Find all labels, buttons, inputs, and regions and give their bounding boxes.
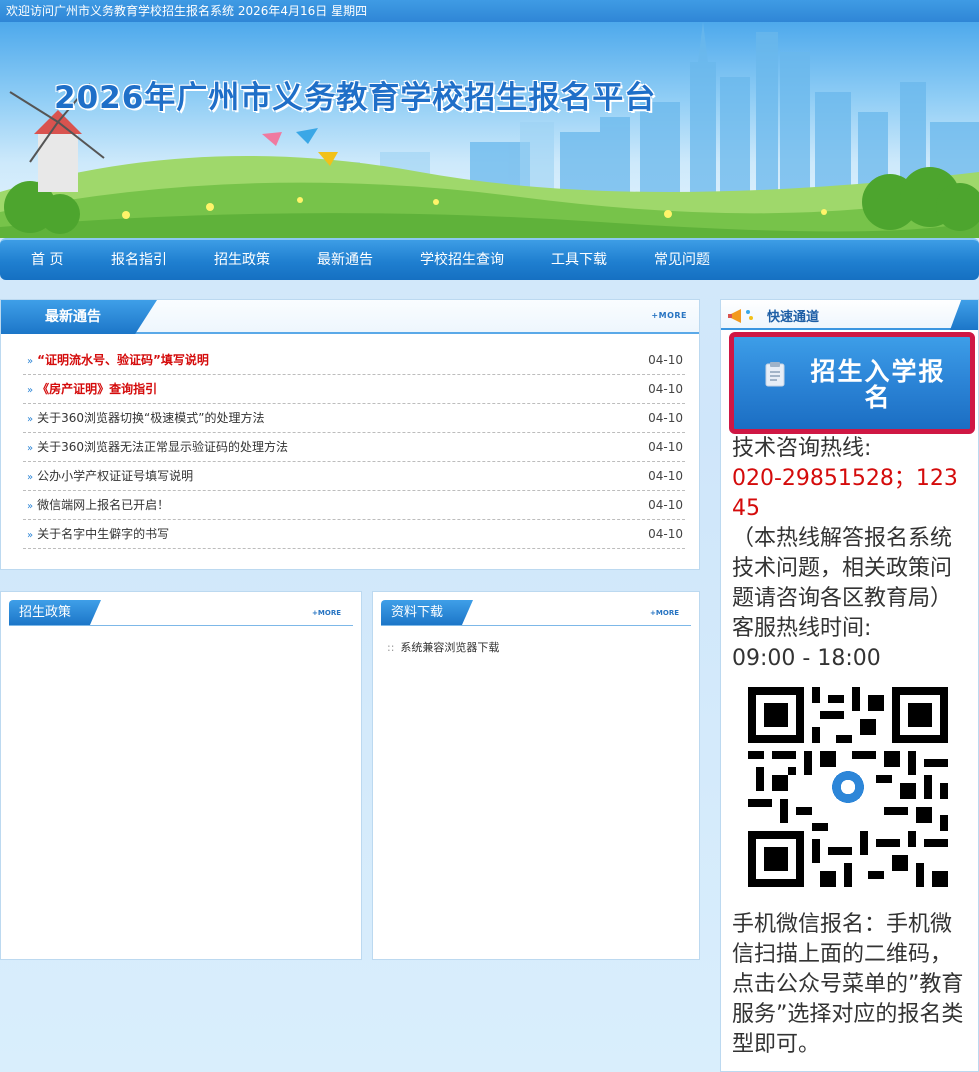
notice-title[interactable]: 《房产证明》查询指引 <box>37 382 157 396</box>
downloads-header: 资料下载 +MORE <box>381 600 691 626</box>
policy-panel: 招生政策 +MORE <box>0 591 362 960</box>
arrow-icon: » <box>27 356 34 367</box>
notice-date: 04-10 <box>648 469 683 483</box>
hotline-label: 技术咨询热线: <box>732 436 872 461</box>
bullet-icon: :: <box>387 641 395 654</box>
notice-date: 04-10 <box>648 353 683 367</box>
notice-date: 04-10 <box>648 498 683 512</box>
megaphone-icon <box>728 309 753 323</box>
nav-faq[interactable]: 常见问题 <box>654 240 710 280</box>
arrow-icon: » <box>27 530 34 541</box>
list-item[interactable]: » 微信端网上报名已开启！ 04-10 <box>23 491 685 520</box>
notice-title[interactable]: 关于名字中生僻字的书写 <box>37 527 169 541</box>
enroll-button-label: 招生入学报名 <box>810 357 946 412</box>
service-hours-label: 客服热线时间: <box>732 616 872 641</box>
notice-title[interactable]: 微信端网上报名已开启！ <box>37 498 169 512</box>
notice-date: 04-10 <box>648 527 683 541</box>
banner-illustration <box>0 22 979 238</box>
arrow-icon: » <box>27 414 34 425</box>
quick-access-title: 快速通道 <box>767 310 820 325</box>
notice-date: 04-10 <box>648 440 683 454</box>
qr-code-icon <box>748 687 948 887</box>
nav-home[interactable]: 首 页 <box>31 240 63 280</box>
nav-school-query[interactable]: 学校招生查询 <box>420 240 504 280</box>
policy-header: 招生政策 +MORE <box>9 600 353 626</box>
hotline-note: （本热线解答报名系统技术问题，相关政策问题请咨询各区教育局） <box>732 526 953 611</box>
notices-header: 最新通告 +MORE <box>1 300 699 334</box>
list-item[interactable]: » 《房产证明》查询指引 04-10 <box>23 375 685 404</box>
notice-title[interactable]: 公办小学产权证证号填写说明 <box>37 469 193 483</box>
notice-date: 04-10 <box>648 411 683 425</box>
service-hours: 09:00 - 18:00 <box>732 646 881 671</box>
site-title: 2026年广州市义务教育学校招生报名平台 <box>54 80 657 116</box>
notice-title[interactable]: 关于360浏览器切换“极速模式”的处理方法 <box>37 411 264 425</box>
notice-date: 04-10 <box>648 382 683 396</box>
header-banner: 2026年广州市义务教育学校招生报名平台 <box>0 22 979 238</box>
list-item[interactable]: » 关于360浏览器无法正常显示验证码的处理方法 04-10 <box>23 433 685 462</box>
list-item[interactable]: » 关于名字中生僻字的书写 04-10 <box>23 520 685 549</box>
downloads-more-link[interactable]: +MORE <box>650 609 679 617</box>
list-item[interactable]: » 公办小学产权证证号填写说明 04-10 <box>23 462 685 491</box>
welcome-text: 欢迎访问广州市义务教育学校招生报名系统 2026年4月16日 星期四 <box>6 4 368 18</box>
notices-panel: 最新通告 +MORE » “证明流水号、验证码”填写说明 04-10 » 《房产证明… <box>0 299 700 570</box>
document-icon <box>765 362 785 387</box>
list-item[interactable]: :: 系统兼容浏览器下载 <box>387 639 499 655</box>
arrow-icon: » <box>27 443 34 454</box>
enroll-button[interactable]: 招生入学报名 <box>729 332 975 434</box>
list-item[interactable]: » “证明流水号、验证码”填写说明 04-10 <box>23 346 685 375</box>
arrow-icon: » <box>27 501 34 512</box>
policy-more-link[interactable]: +MORE <box>312 609 341 617</box>
notices-tab: 最新通告 <box>1 300 157 334</box>
main-nav: 首 页 报名指引 招生政策 最新通告 学校招生查询 工具下载 常见问题 <box>0 238 979 280</box>
tab-corner <box>950 300 978 330</box>
quick-access-sidebar: 快速通道 招生入学报名 技术咨询热线: 020-29851528；12345 （… <box>720 299 979 1072</box>
nav-policy[interactable]: 招生政策 <box>214 240 270 280</box>
policy-tab: 招生政策 <box>9 600 101 625</box>
downloads-panel: 资料下载 +MORE :: 系统兼容浏览器下载 <box>372 591 700 960</box>
download-title[interactable]: 系统兼容浏览器下载 <box>400 641 499 654</box>
downloads-tab: 资料下载 <box>381 600 473 625</box>
arrow-icon: » <box>27 472 34 483</box>
nav-notices[interactable]: 最新通告 <box>317 240 373 280</box>
nav-guide[interactable]: 报名指引 <box>111 240 167 280</box>
notice-title[interactable]: 关于360浏览器无法正常显示验证码的处理方法 <box>37 440 288 454</box>
notice-title[interactable]: “证明流水号、验证码”填写说明 <box>37 353 209 367</box>
arrow-icon: » <box>27 385 34 396</box>
notice-list: » “证明流水号、验证码”填写说明 04-10 » 《房产证明》查询指引 04-10… <box>23 346 685 549</box>
hotline-numbers: 020-29851528；12345 <box>732 466 958 521</box>
wechat-instructions: 手机微信报名：手机微信扫描上面的二维码，点击公众号菜单的”教育服务”选择对应的报… <box>732 912 964 1057</box>
nav-downloads[interactable]: 工具下载 <box>551 240 607 280</box>
list-item[interactable]: » 关于360浏览器切换“极速模式”的处理方法 04-10 <box>23 404 685 433</box>
quick-access-header: 快速通道 <box>721 300 978 330</box>
notices-more-link[interactable]: +MORE <box>651 311 687 320</box>
welcome-bar: 欢迎访问广州市义务教育学校招生报名系统 2026年4月16日 星期四 <box>0 0 979 22</box>
